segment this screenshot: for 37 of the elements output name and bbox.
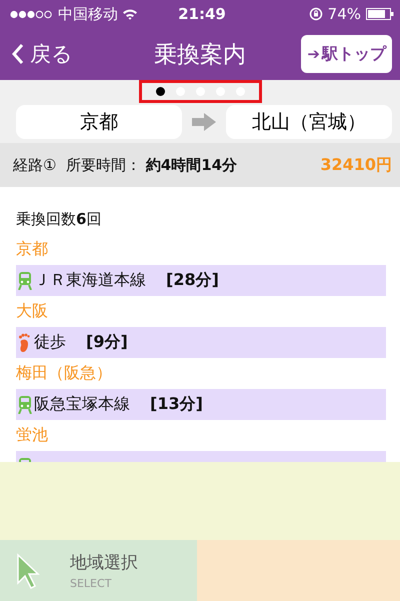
line-name: 徒歩 — [34, 332, 66, 353]
route-segment[interactable]: ＪＲ東海道本線 [28分] — [16, 265, 386, 296]
destination-field[interactable]: 北山（宮城） — [226, 105, 392, 139]
train-icon — [18, 271, 32, 290]
cursor-icon — [16, 552, 40, 588]
route-segment[interactable]: 阪急宝塚本線 [13分] — [16, 389, 386, 420]
signal-icon — [10, 10, 54, 18]
back-chevron-icon — [12, 43, 24, 65]
page-dot[interactable] — [156, 87, 164, 96]
origin-field[interactable]: 京都 — [16, 105, 182, 139]
train-icon — [18, 395, 32, 414]
station-name: 京都 — [16, 239, 48, 260]
rotation-lock-icon — [308, 7, 323, 21]
station-top-button[interactable]: ➔駅トップ — [301, 35, 392, 73]
route-summary-text: 経路① 所要時間： 約4時間14分 — [13, 156, 238, 174]
line-name: 阪急宝塚本線 — [34, 394, 130, 415]
line-name: ＪＲ東海道本線 — [34, 270, 146, 291]
station-name: 蛍池 — [16, 425, 48, 446]
battery-icon — [366, 8, 394, 20]
wifi-icon — [122, 8, 138, 20]
battery-percent: 74% — [328, 5, 361, 23]
arrow-icon — [192, 113, 216, 131]
station-name: 大阪 — [16, 301, 48, 322]
fare-amount: 32410円 — [320, 154, 392, 176]
region-select-tab[interactable]: 地域選択 SELECT — [0, 540, 197, 601]
segment-duration: [28分] — [166, 270, 219, 291]
carrier-name: 中国移动 — [58, 4, 118, 24]
clock-time: 21:49 — [178, 5, 226, 23]
footprint-icon — [18, 333, 32, 352]
screen-title: 乗換案内 — [154, 42, 246, 68]
station-name: 梅田（阪急） — [16, 363, 112, 384]
segment-duration: [9分] — [86, 332, 128, 353]
back-button[interactable]: 戻る — [12, 40, 73, 68]
route-segment[interactable]: 徒歩 [9分] — [16, 327, 386, 358]
tab[interactable] — [197, 540, 400, 601]
transfer-count: 乗換回数6回 — [16, 210, 102, 228]
segment-duration: [13分] — [150, 394, 203, 415]
